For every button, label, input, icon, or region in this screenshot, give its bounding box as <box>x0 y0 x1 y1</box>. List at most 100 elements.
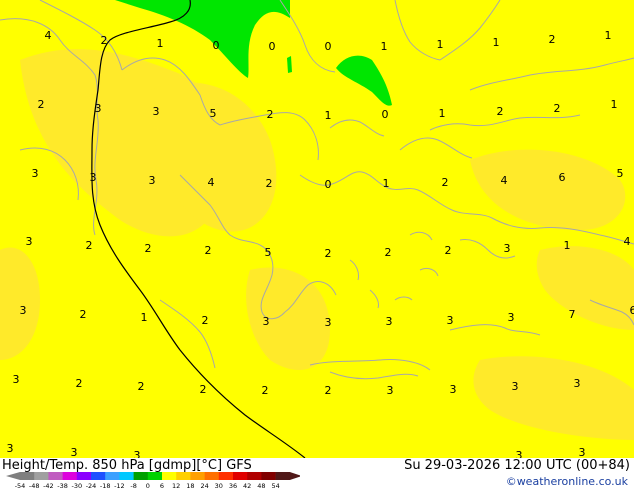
color-scale-labels: -54 -48 -42 -38 -30 -24 -18 -12 -8 0 6 12 18 24 30 36 42… <box>15 482 280 490</box>
map-value-label: 4 <box>45 29 52 42</box>
scale-color-swatch <box>261 472 276 480</box>
map-value-label: 0 <box>213 39 220 52</box>
map-value-label: 2 <box>267 108 274 121</box>
map-value-label: 2 <box>86 239 93 252</box>
map-value-label: 5 <box>210 107 217 120</box>
map-value-label: 2 <box>325 247 332 260</box>
scale-color-swatch <box>76 472 92 480</box>
scale-tick-label: 6 <box>160 482 164 490</box>
scale-right-arrow <box>289 472 300 480</box>
map-value-label: 3 <box>26 235 33 248</box>
map-value-label: 6 <box>630 304 634 317</box>
map-value-label: 3 <box>574 377 581 390</box>
map-value-label: 3 <box>516 449 523 458</box>
map-value-label: 3 <box>13 373 20 386</box>
map-value-label: 2 <box>445 244 452 257</box>
map-value-label: 1 <box>383 177 390 190</box>
map-value-label: 2 <box>101 34 108 47</box>
scale-tick-label: -38 <box>57 482 68 490</box>
scale-color-swatch <box>105 472 120 480</box>
scale-color-swatch <box>204 472 220 480</box>
map-value-label: 3 <box>149 174 156 187</box>
scale-color-swatch <box>162 472 177 480</box>
color-scale: -54 -48 -42 -38 -30 -24 -18 -12 -8 0 6 12 18 24 30 36 42… <box>6 472 300 490</box>
scale-tick-label: -42 <box>43 482 54 490</box>
map-value-label: 4 <box>208 176 215 189</box>
map-value-label: 2 <box>138 380 145 393</box>
map-value-label: 3 <box>508 311 515 324</box>
map-value-label: 2 <box>442 176 449 189</box>
map-value-label: 3 <box>579 446 586 458</box>
map-value-label: 1 <box>381 40 388 53</box>
scale-tick-label: -54 <box>15 482 26 490</box>
scale-color-swatch <box>147 472 163 480</box>
color-scale-bars <box>6 472 300 480</box>
map-value-label: 2 <box>145 242 152 255</box>
map-value-label: 2 <box>205 244 212 257</box>
map-value-label: 2 <box>80 308 87 321</box>
map-value-label: 3 <box>71 446 78 458</box>
map-value-label: 2 <box>497 105 504 118</box>
scale-color-swatch <box>176 472 191 480</box>
scale-color-swatch <box>133 472 149 480</box>
map-value-label: 3 <box>263 315 270 328</box>
map-value-label: 7 <box>569 308 576 321</box>
map-value-label: 1 <box>325 109 332 122</box>
map-value-label: 0 <box>269 40 276 53</box>
map-value-label: 3 <box>90 171 97 184</box>
scale-tick-label: 48 <box>257 482 265 490</box>
map-value-label: 3 <box>32 167 39 180</box>
map-value-label: 2 <box>202 314 209 327</box>
map-value-label: 1 <box>437 38 444 51</box>
map-canvas: 4 2 1 0 0 0 1 1 1 2 1 2 3 3 5 2 1 0 1 2 2 1 3 3 3 4 2 0 1 2 4 6 5 3 2 2 2 5 2 2… <box>0 0 634 458</box>
map-value-label: 1 <box>141 311 148 324</box>
map-value-label: 3 <box>153 105 160 118</box>
scale-tick-label: 42 <box>243 482 251 490</box>
scale-color-swatch <box>247 472 262 480</box>
scale-color-swatch <box>91 472 106 480</box>
map-value-label: 3 <box>387 384 394 397</box>
map-value-label: 3 <box>512 380 519 393</box>
map-value-label: 3 <box>450 383 457 396</box>
map-value-label: 3 <box>7 442 14 455</box>
map-value-label: 2 <box>549 33 556 46</box>
map-value-label: 3 <box>325 316 332 329</box>
map-value-label: 3 <box>386 315 393 328</box>
scale-tick-label: -18 <box>100 482 111 490</box>
map-value-label: 6 <box>559 171 566 184</box>
scale-tick-label: -8 <box>130 482 136 490</box>
scale-color-swatch <box>20 472 35 480</box>
map-value-label: 2 <box>76 377 83 390</box>
map-value-label: 1 <box>611 98 618 111</box>
map-value-label: 4 <box>624 235 631 248</box>
map-value-label: 5 <box>617 167 624 180</box>
scale-color-swatch <box>275 472 291 480</box>
scale-tick-label: 12 <box>172 482 180 490</box>
map-value-label: 4 <box>501 174 508 187</box>
scale-color-swatch <box>62 472 78 480</box>
map-value-label: 2 <box>266 177 273 190</box>
scale-tick-label: -24 <box>86 482 97 490</box>
scale-tick-label: 54 <box>271 482 279 490</box>
map-value-label: 0 <box>382 108 389 121</box>
scale-color-swatch <box>218 472 234 480</box>
map-value-label: 0 <box>325 40 332 53</box>
map-value-label: 3 <box>95 102 102 115</box>
map-value-label: 2 <box>554 102 561 115</box>
scale-tick-label: 0 <box>146 482 150 490</box>
map-value-label: 2 <box>325 384 332 397</box>
scale-tick-label: -48 <box>29 482 40 490</box>
map-value-label: 0 <box>325 178 332 191</box>
valid-time: Su 29-03-2026 12:00 UTC (00+84) <box>404 458 630 473</box>
scale-color-swatch <box>233 472 248 480</box>
scale-tick-label: 36 <box>229 482 237 490</box>
map-value-label: 5 <box>265 246 272 259</box>
map-value-label: 3 <box>504 242 511 255</box>
scale-tick-label: 30 <box>215 482 223 490</box>
scale-tick-label: -30 <box>71 482 82 490</box>
map-value-label: 1 <box>439 107 446 120</box>
credit-link[interactable]: ©weatheronline.co.uk <box>506 475 628 488</box>
map-value-label: 2 <box>262 384 269 397</box>
map-value-label: 2 <box>38 98 45 111</box>
map-value-label: 1 <box>157 37 164 50</box>
